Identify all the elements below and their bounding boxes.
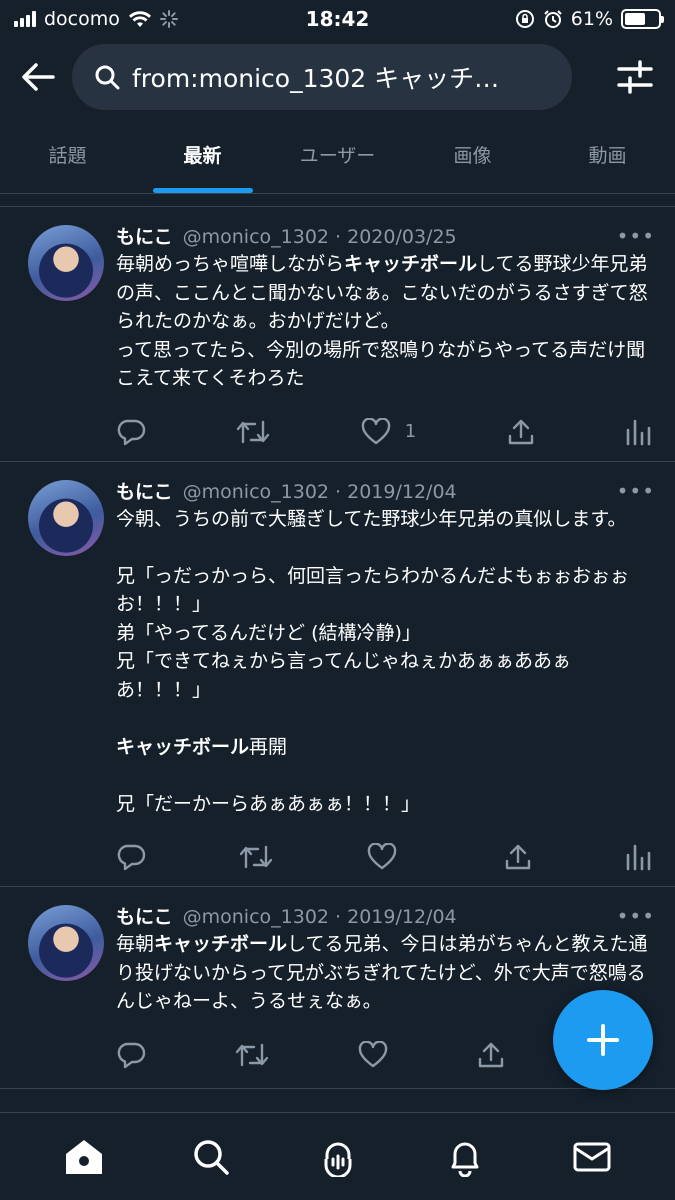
tweet-text-part: 今朝、うちの前で大騒ぎしてた野球少年兄弟の真似します。 兄「っだっかっら、何回言… (116, 507, 630, 701)
tweet-body: もにこ @monico_1302 · 2019/12/04 ••• 今朝、うちの… (116, 478, 655, 875)
carrier-label: docomo (44, 8, 120, 30)
tab-top[interactable]: 話題 (0, 116, 135, 193)
search-header: from:monico_1302 キャッチ… (0, 38, 675, 116)
tweet-text-part: 毎朝めっちゃ喧嘩しながら (116, 253, 345, 275)
spinner-icon (159, 10, 178, 28)
nav-notifications[interactable] (435, 1127, 495, 1187)
search-highlight: キャッチボール (344, 253, 478, 275)
retweet-button[interactable] (235, 1041, 269, 1069)
analytics-icon (626, 844, 651, 871)
share-icon (508, 419, 533, 444)
share-button[interactable] (507, 418, 535, 446)
like-button[interactable] (358, 1040, 388, 1069)
share-icon (478, 1042, 504, 1067)
battery-percent: 61% (570, 8, 613, 30)
like-icon (358, 1040, 388, 1067)
home-icon (65, 1139, 102, 1174)
retweet-button[interactable] (236, 418, 270, 446)
alarm-icon (544, 10, 562, 28)
author-handle-date: @monico_1302 · 2020/03/25 (182, 226, 457, 248)
like-count: 1 (404, 421, 417, 442)
author-name[interactable]: もにこ (116, 479, 173, 505)
tweet[interactable]: もにこ @monico_1302 · 2019/12/04 ••• 今朝、うちの… (0, 460, 675, 887)
share-icon (505, 844, 530, 870)
search-highlight: キャッチボール (116, 735, 250, 758)
status-left: docomo (14, 8, 178, 30)
nav-home[interactable] (54, 1127, 114, 1187)
back-arrow-icon (22, 63, 55, 91)
author-handle-date: @monico_1302 · 2019/12/04 (182, 906, 457, 928)
lock-rotation-icon (515, 10, 534, 28)
nav-messages[interactable] (562, 1127, 622, 1187)
nav-spaces[interactable] (308, 1127, 368, 1187)
filter-button[interactable] (613, 55, 657, 99)
filter-icon (617, 60, 653, 94)
share-button[interactable] (504, 843, 532, 871)
like-icon (367, 843, 396, 870)
tab-videos[interactable]: 動画 (540, 116, 675, 193)
tweet-header: もにこ @monico_1302 · 2020/03/25 ••• (116, 223, 655, 250)
analytics-button[interactable] (625, 418, 651, 446)
tweet[interactable]: もにこ @monico_1302 · 2020/03/25 ••• 毎朝めっちゃ… (0, 206, 675, 461)
reply-button[interactable] (116, 843, 146, 871)
author-name[interactable]: もにこ (116, 904, 173, 930)
reply-button[interactable] (116, 1041, 146, 1069)
bottom-nav (0, 1112, 675, 1200)
compose-plus-icon (587, 1024, 619, 1056)
explore-icon (193, 1139, 229, 1175)
tweet-actions (116, 840, 655, 874)
author-name[interactable]: もにこ (116, 224, 173, 250)
status-right: 61% (515, 8, 664, 30)
share-button[interactable] (477, 1041, 505, 1069)
retweet-icon (240, 845, 273, 869)
reply-button[interactable] (116, 418, 146, 446)
search-tabs: 話題 最新 ユーザー 画像 動画 (0, 116, 675, 194)
wifi-icon (128, 11, 151, 27)
compose-button[interactable] (553, 990, 653, 1090)
tweet-header: もにこ @monico_1302 · 2019/12/04 ••• (116, 903, 655, 930)
next-tweet-partial[interactable] (0, 1088, 675, 1112)
tab-latest[interactable]: 最新 (135, 116, 270, 193)
retweet-button[interactable] (239, 843, 273, 871)
more-options-icon[interactable]: ••• (617, 903, 655, 929)
more-options-icon[interactable]: ••• (617, 223, 655, 249)
notifications-icon (451, 1142, 478, 1177)
analytics-icon (626, 419, 651, 445)
nav-explore[interactable] (181, 1127, 241, 1187)
retweet-icon (235, 1043, 269, 1066)
tweet-header: もにこ @monico_1302 · 2019/12/04 ••• (116, 478, 655, 505)
like-icon (361, 417, 391, 444)
like-button[interactable] (367, 843, 411, 871)
reply-icon (117, 1042, 146, 1068)
search-input[interactable]: from:monico_1302 キャッチ… (72, 44, 572, 110)
reply-icon (117, 419, 146, 445)
reply-icon (117, 844, 146, 871)
status-bar: docomo 18:42 61% (0, 0, 675, 38)
search-highlight: キャッチボール (154, 933, 288, 955)
retweet-icon (237, 420, 270, 443)
avatar[interactable] (28, 225, 104, 301)
tweet-text: 毎朝めっちゃ喧嘩しながらキャッチボールしてる野球少年兄弟の声、ここんとこ聞かない… (116, 250, 655, 393)
search-query: from:monico_1302 キャッチ… (132, 64, 500, 93)
search-icon (95, 65, 120, 90)
tweet-text-part: 毎朝 (116, 933, 155, 955)
battery-icon (621, 9, 664, 29)
avatar[interactable] (28, 479, 104, 556)
spaces-icon (324, 1142, 351, 1177)
tweet-text: 今朝、うちの前で大騒ぎしてた野球少年兄弟の真似します。 兄「っだっかっら、何回言… (116, 505, 655, 819)
tab-photos[interactable]: 画像 (405, 116, 540, 193)
tab-people[interactable]: ユーザー (270, 116, 405, 193)
more-options-icon[interactable]: ••• (617, 478, 655, 504)
tweet-actions: 1 (116, 415, 655, 449)
analytics-button[interactable] (625, 843, 651, 871)
messages-icon (573, 1142, 610, 1171)
back-button[interactable] (18, 57, 58, 97)
tweet-feed: もにこ @monico_1302 · 2020/03/25 ••• 毎朝めっちゃ… (0, 206, 675, 1084)
signal-icon (14, 11, 36, 27)
author-handle-date: @monico_1302 · 2019/12/04 (182, 480, 457, 503)
tweet-body: もにこ @monico_1302 · 2020/03/25 ••• 毎朝めっちゃ… (116, 223, 655, 449)
battery-fill (625, 13, 645, 25)
like-button[interactable]: 1 (361, 417, 417, 446)
avatar[interactable] (28, 905, 104, 981)
